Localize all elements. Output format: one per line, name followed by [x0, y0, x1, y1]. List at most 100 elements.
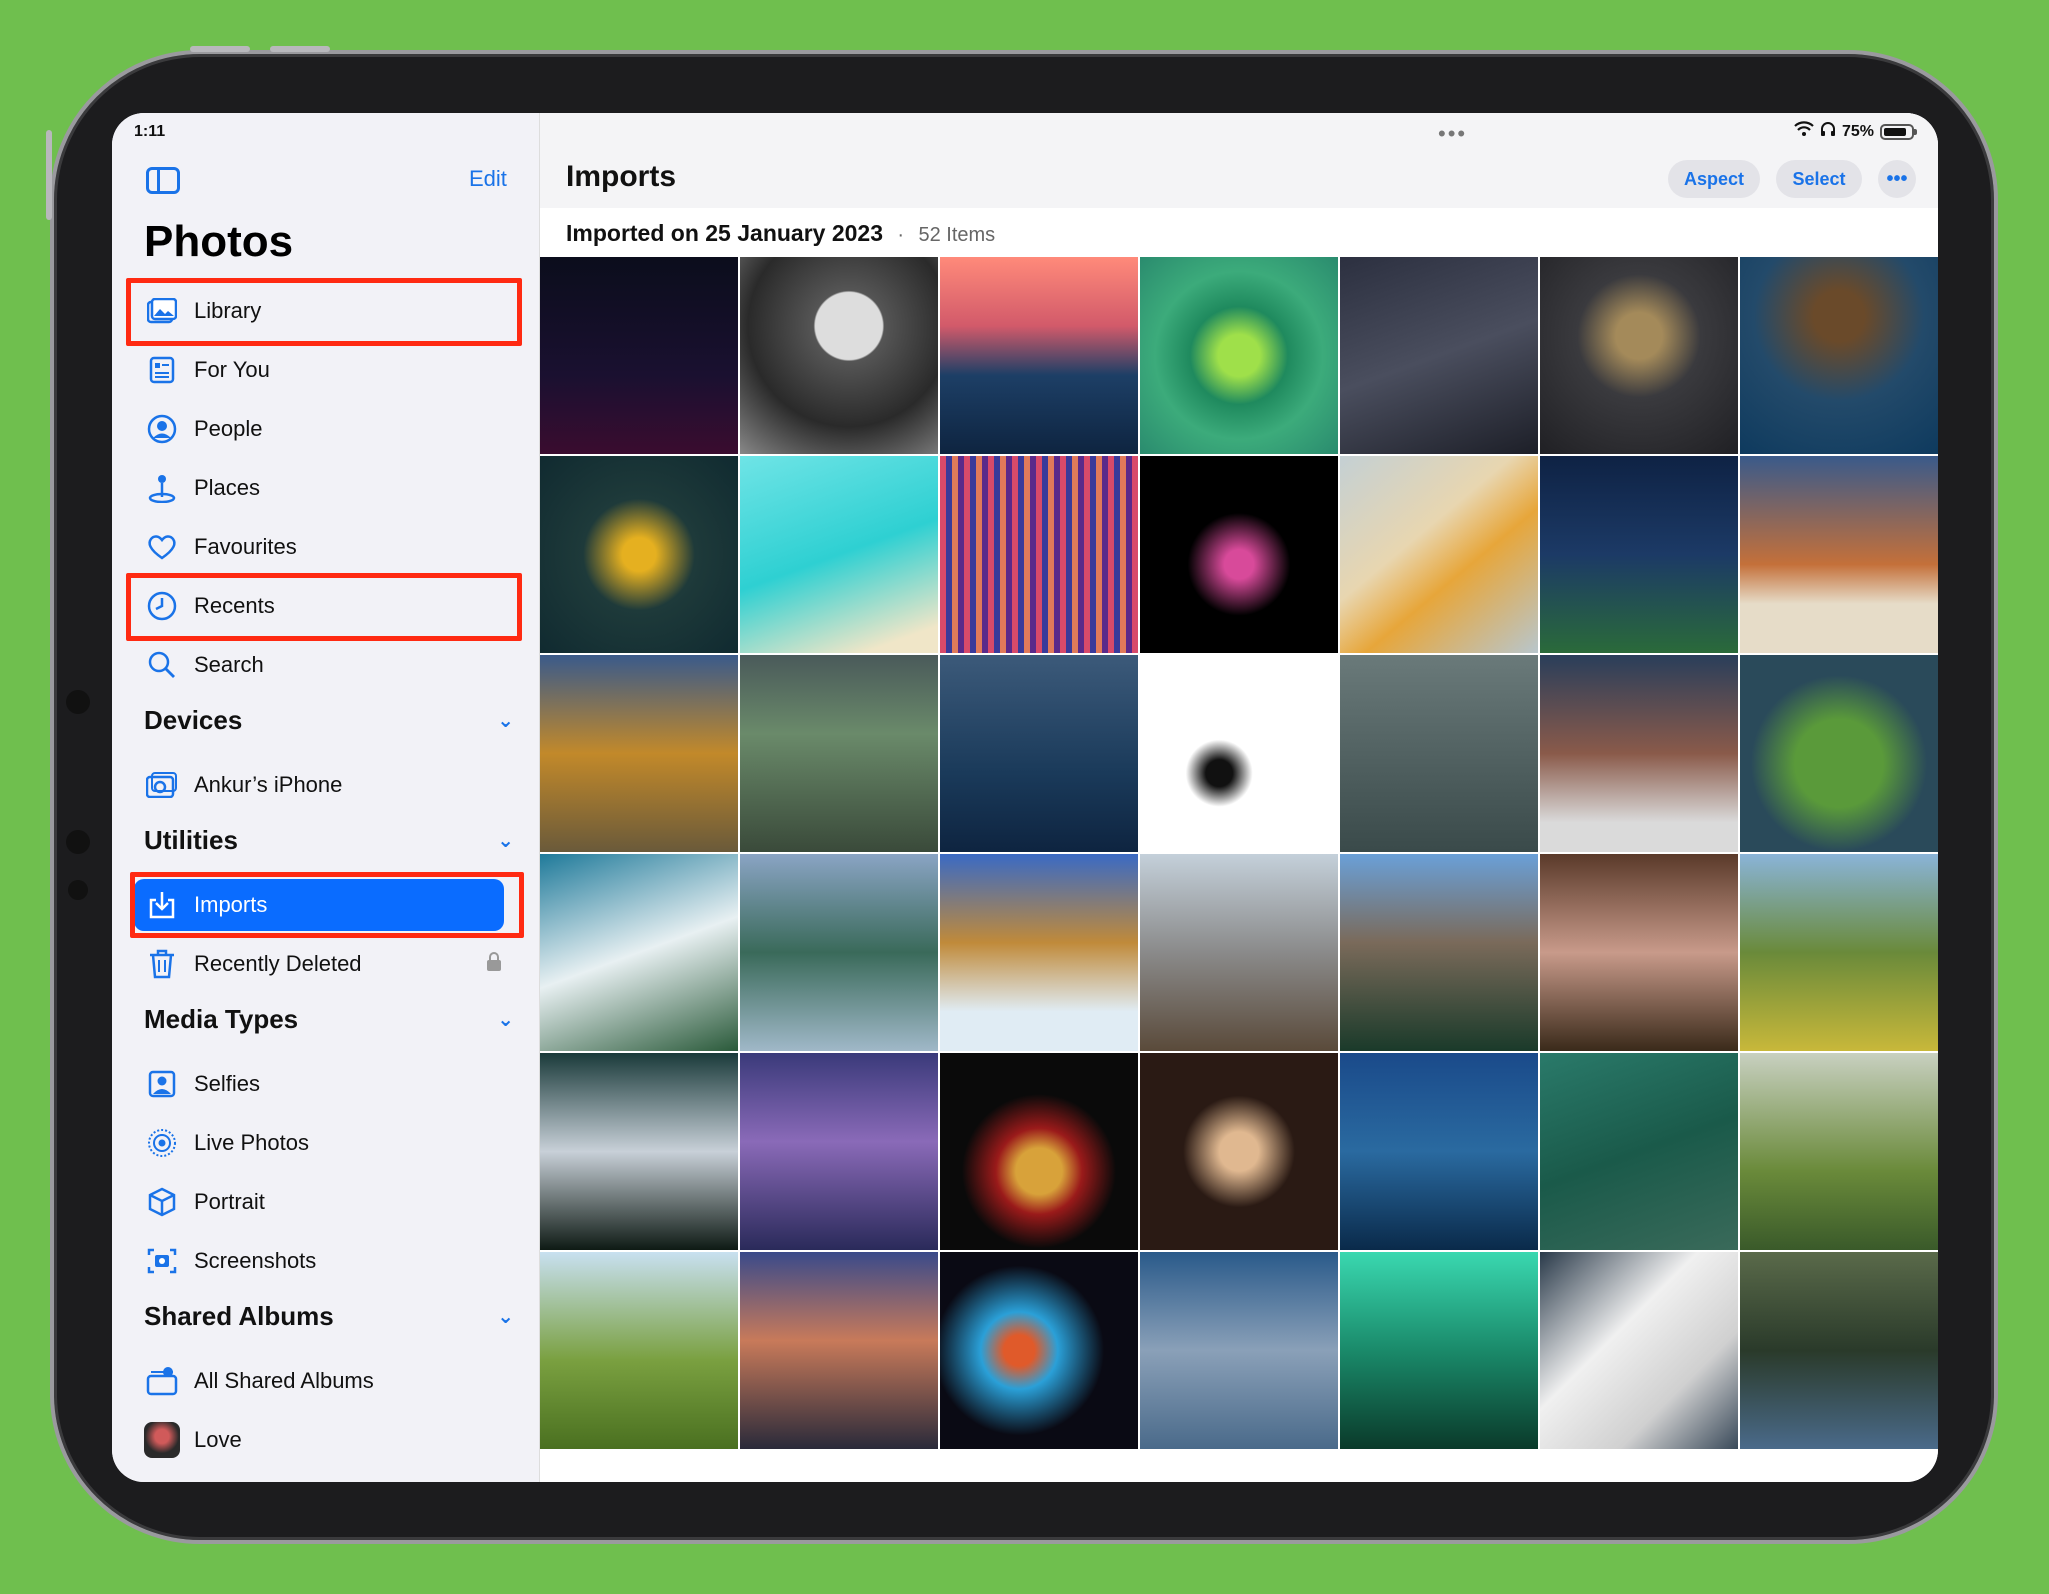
sidebar-item-label: Favourites: [194, 534, 297, 559]
sidebar-item-imports[interactable]: Imports: [134, 879, 504, 931]
sidebar-item-selfies[interactable]: Selfies: [144, 1058, 514, 1110]
photo-thumbnail[interactable]: [1540, 257, 1738, 454]
section-title: Shared Albums: [144, 1301, 334, 1331]
photo-grid: [540, 257, 1938, 1449]
section-media-types[interactable]: Media Types ⌄: [144, 1004, 514, 1035]
sidebar-item-places[interactable]: Places: [144, 462, 514, 514]
photo-thumbnail[interactable]: [740, 854, 938, 1051]
home-indicator[interactable]: [1310, 1467, 1770, 1474]
photo-thumbnail[interactable]: [940, 655, 1138, 852]
sidebar-toggle-icon[interactable]: [146, 167, 180, 194]
section-utilities[interactable]: Utilities ⌄: [144, 825, 514, 856]
battery-icon: [1880, 123, 1917, 140]
sidebar-item-label: People: [194, 416, 263, 441]
photo-thumbnail[interactable]: [1140, 854, 1338, 1051]
photo-thumbnail[interactable]: [1740, 257, 1938, 454]
sidebar-item-favourites[interactable]: Favourites: [144, 521, 514, 573]
photo-thumbnail[interactable]: [940, 1053, 1138, 1250]
import-icon: [144, 887, 180, 923]
photo-thumbnail[interactable]: [1540, 655, 1738, 852]
photo-thumbnail[interactable]: [740, 257, 938, 454]
sidebar-item-recently-deleted[interactable]: Recently Deleted: [144, 938, 514, 990]
ipad-screen: 1:11 Edit Photos Library For You People …: [112, 113, 1938, 1482]
places-icon: [144, 470, 180, 506]
photo-thumbnail[interactable]: [1740, 1252, 1938, 1449]
sidebar-item-love[interactable]: Love: [144, 1414, 514, 1466]
sidebar-item-ankurs-iphone[interactable]: Ankur’s iPhone: [144, 759, 514, 811]
status-right: 75%: [1794, 121, 1917, 142]
sidebar-item-label: Live Photos: [194, 1130, 309, 1155]
photo-thumbnail[interactable]: [740, 1053, 938, 1250]
photo-thumbnail[interactable]: [1340, 456, 1538, 653]
photo-thumbnail[interactable]: [1340, 655, 1538, 852]
photo-thumbnail[interactable]: [1540, 854, 1738, 1051]
section-title: Devices: [144, 705, 243, 735]
photo-thumbnail[interactable]: [1340, 1053, 1538, 1250]
chevron-down-icon[interactable]: ⌄: [497, 1007, 514, 1032]
aspect-button[interactable]: Aspect: [1668, 160, 1760, 198]
photo-thumbnail[interactable]: [1140, 257, 1338, 454]
photo-thumbnail[interactable]: [940, 854, 1138, 1051]
photo-thumbnail[interactable]: [740, 456, 938, 653]
page-title: Imports: [566, 160, 677, 193]
photo-thumbnail[interactable]: [1340, 854, 1538, 1051]
photo-thumbnail[interactable]: [1340, 1252, 1538, 1449]
select-button[interactable]: Select: [1776, 160, 1862, 198]
sidebar-item-for-you[interactable]: For You: [144, 344, 514, 396]
photo-thumbnail[interactable]: [540, 1053, 738, 1250]
photo-thumbnail[interactable]: [1540, 1252, 1738, 1449]
photo-thumbnail[interactable]: [940, 257, 1138, 454]
sidebar-item-all-shared-albums[interactable]: All Shared Albums: [144, 1355, 514, 1407]
photo-thumbnail[interactable]: [1540, 456, 1738, 653]
sidebar-item-label: Recents: [194, 593, 275, 618]
photo-thumbnail[interactable]: [1740, 456, 1938, 653]
photo-thumbnail[interactable]: [540, 456, 738, 653]
section-title: Media Types: [144, 1004, 299, 1034]
selfie-icon: [144, 1066, 180, 1102]
sidebar-item-recents[interactable]: Recents: [144, 580, 514, 632]
heart-icon: [144, 529, 180, 565]
main-header: ••• 75% Imports Aspect Select •••: [540, 113, 1938, 208]
photo-thumbnail[interactable]: [940, 1252, 1138, 1449]
photo-thumbnail[interactable]: [540, 257, 738, 454]
chevron-down-icon[interactable]: ⌄: [497, 1304, 514, 1329]
sidebar-item-label: Portrait: [194, 1189, 265, 1214]
photo-thumbnail[interactable]: [1740, 655, 1938, 852]
photo-thumbnail[interactable]: [1140, 655, 1338, 852]
sidebar-item-library[interactable]: Library: [144, 285, 514, 337]
wifi-icon: [1794, 121, 1814, 142]
sidebar: 1:11 Edit Photos Library For You People …: [112, 113, 540, 1482]
sidebar-item-portrait[interactable]: Portrait: [144, 1176, 514, 1228]
lock-icon: [486, 951, 502, 977]
photo-thumbnail[interactable]: [1740, 1053, 1938, 1250]
photo-thumbnail[interactable]: [1140, 456, 1338, 653]
photo-thumbnail[interactable]: [940, 456, 1138, 653]
chevron-down-icon[interactable]: ⌄: [497, 828, 514, 853]
status-time: 1:11: [134, 123, 166, 140]
photo-thumbnail[interactable]: [1140, 1252, 1338, 1449]
sidebar-item-screenshots[interactable]: Screenshots: [144, 1235, 514, 1287]
chevron-down-icon[interactable]: ⌄: [497, 708, 514, 733]
photo-thumbnail[interactable]: [1140, 1053, 1338, 1250]
sidebar-item-label: For You: [194, 357, 270, 382]
photo-thumbnail[interactable]: [740, 1252, 938, 1449]
photo-thumbnail[interactable]: [1340, 257, 1538, 454]
section-shared-albums[interactable]: Shared Albums ⌄: [144, 1301, 514, 1332]
photo-thumbnail[interactable]: [540, 854, 738, 1051]
edit-button[interactable]: Edit: [469, 166, 507, 192]
import-date: Imported on 25 January 2023: [566, 220, 884, 246]
volume-button-top: [190, 46, 250, 52]
sidebar-item-search[interactable]: Search: [144, 639, 514, 691]
photo-thumbnail[interactable]: [1540, 1053, 1738, 1250]
section-devices[interactable]: Devices ⌄: [144, 705, 514, 736]
people-icon: [144, 411, 180, 447]
photo-thumbnail[interactable]: [1740, 854, 1938, 1051]
photo-thumbnail[interactable]: [540, 1252, 738, 1449]
photo-thumbnail[interactable]: [540, 655, 738, 852]
photo-thumbnail[interactable]: [740, 655, 938, 852]
more-options-icon[interactable]: •••: [1878, 160, 1916, 198]
sidebar-item-people[interactable]: People: [144, 403, 514, 455]
multitasking-dots-icon[interactable]: •••: [1438, 121, 1467, 147]
import-section-header: Imported on 25 January 2023 · 52 Items: [566, 220, 995, 247]
sidebar-item-live-photos[interactable]: Live Photos: [144, 1117, 514, 1169]
